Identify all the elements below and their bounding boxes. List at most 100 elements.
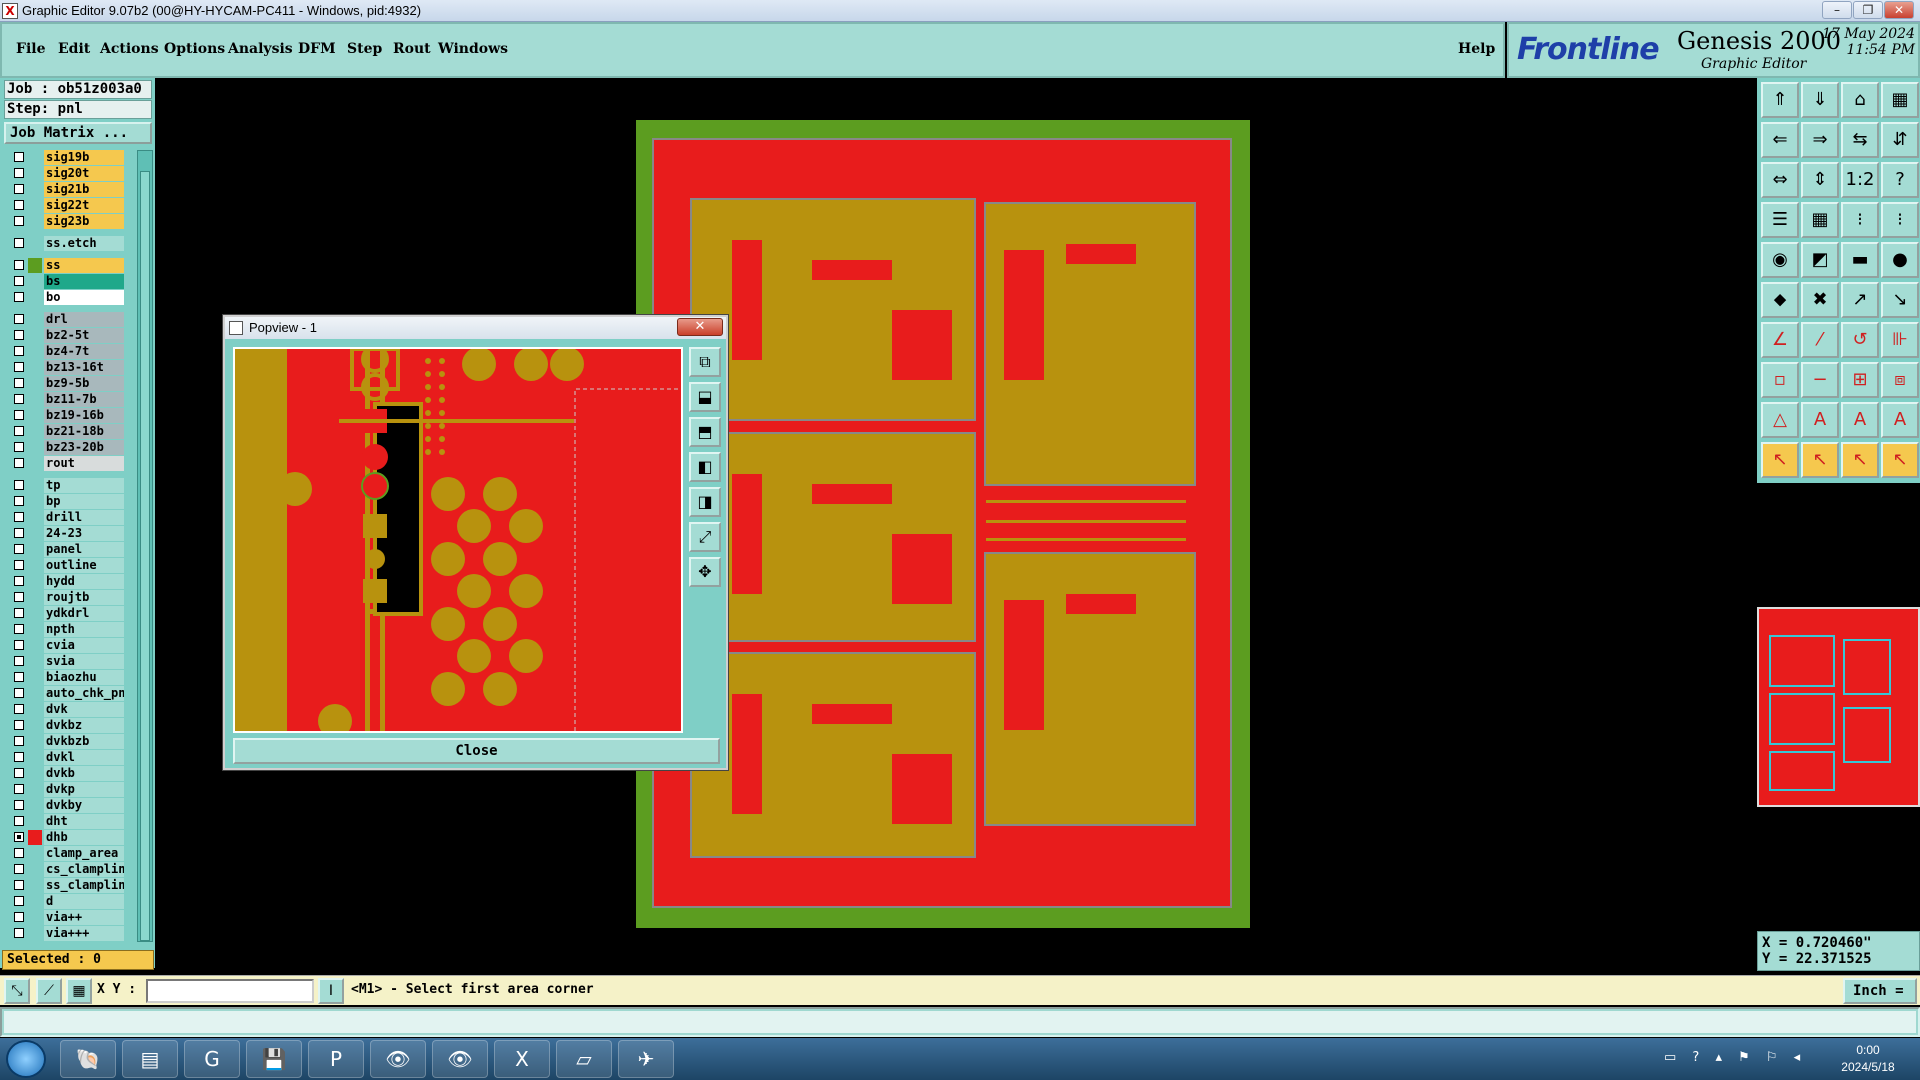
layer-checkbox[interactable] bbox=[14, 640, 24, 650]
layer-checkbox[interactable] bbox=[14, 276, 24, 286]
layer-checkbox[interactable] bbox=[14, 576, 24, 586]
popview-tool-zoom-fit[interactable]: ⧉ bbox=[689, 347, 721, 377]
layer-name[interactable]: rout bbox=[44, 456, 124, 471]
layer-row[interactable]: npth bbox=[8, 622, 124, 637]
layer-checkbox[interactable] bbox=[14, 832, 24, 842]
layer-name[interactable]: ss.etch bbox=[44, 236, 124, 251]
tool-button[interactable]: ⊞ bbox=[1841, 362, 1879, 398]
layer-checkbox[interactable] bbox=[14, 720, 24, 730]
tool-button[interactable]: ⧈ bbox=[1881, 362, 1919, 398]
taskbar-app[interactable]: 👁 bbox=[370, 1040, 426, 1078]
layer-name[interactable]: bz2-5t bbox=[44, 328, 124, 343]
unit-selector[interactable]: Inch = bbox=[1843, 978, 1917, 1004]
tool-button[interactable]: ● bbox=[1881, 242, 1919, 278]
layer-color-swatch[interactable] bbox=[28, 456, 42, 471]
layer-name[interactable]: clamp_area bbox=[44, 846, 124, 861]
layer-row[interactable]: dvkbzb bbox=[8, 734, 124, 749]
tool-button[interactable]: 1:2 bbox=[1841, 162, 1879, 198]
layer-checkbox[interactable] bbox=[14, 928, 24, 938]
layer-row[interactable]: roujtb bbox=[8, 590, 124, 605]
layer-name[interactable]: cvia bbox=[44, 638, 124, 653]
layer-checkbox[interactable] bbox=[14, 800, 24, 810]
taskbar-app[interactable]: P bbox=[308, 1040, 364, 1078]
tool-button[interactable]: ↖ bbox=[1761, 442, 1799, 478]
layer-checkbox[interactable] bbox=[14, 480, 24, 490]
layer-checkbox[interactable] bbox=[14, 346, 24, 356]
layer-row[interactable]: bp bbox=[8, 494, 124, 509]
app-icon[interactable]: X bbox=[2, 3, 18, 19]
layer-color-swatch[interactable] bbox=[28, 290, 42, 305]
layer-checkbox[interactable] bbox=[14, 688, 24, 698]
layer-checkbox[interactable] bbox=[14, 624, 24, 634]
layer-checkbox[interactable] bbox=[14, 458, 24, 468]
layer-name[interactable]: via++ bbox=[44, 910, 124, 925]
tool-button[interactable]: ✖ bbox=[1801, 282, 1839, 318]
layer-row[interactable]: bs bbox=[8, 274, 124, 289]
layer-name[interactable]: dhb bbox=[44, 830, 124, 845]
layer-color-swatch[interactable] bbox=[28, 494, 42, 509]
layer-name[interactable]: bs bbox=[44, 274, 124, 289]
layer-checkbox[interactable] bbox=[14, 442, 24, 452]
layer-row[interactable]: outline bbox=[8, 558, 124, 573]
popview-tool-pan-left[interactable]: ◧ bbox=[689, 452, 721, 482]
layer-checkbox[interactable] bbox=[14, 216, 24, 226]
layer-row[interactable]: panel bbox=[8, 542, 124, 557]
layer-row[interactable]: clamp_area bbox=[8, 846, 124, 861]
layer-list[interactable]: sig19b sig20t sig21b sig22t sig23b ss.etch ss b… bbox=[4, 150, 124, 942]
tool-button[interactable]: ◩ bbox=[1801, 242, 1839, 278]
layer-name[interactable]: ss bbox=[44, 258, 124, 273]
layer-row[interactable]: dht bbox=[8, 814, 124, 829]
menu-edit[interactable]: Edit bbox=[58, 41, 90, 57]
layer-name[interactable]: bo bbox=[44, 290, 124, 305]
layer-color-swatch[interactable] bbox=[28, 734, 42, 749]
layer-name[interactable]: sig21b bbox=[44, 182, 124, 197]
layer-name[interactable]: hydd bbox=[44, 574, 124, 589]
layer-checkbox[interactable] bbox=[14, 672, 24, 682]
layer-color-swatch[interactable] bbox=[28, 574, 42, 589]
popview-title-bar[interactable]: Popview - 1 bbox=[225, 317, 726, 339]
layer-name[interactable]: sig23b bbox=[44, 214, 124, 229]
layer-checkbox[interactable] bbox=[14, 656, 24, 666]
tool-button[interactable]: ↺ bbox=[1841, 322, 1879, 358]
layer-checkbox[interactable] bbox=[14, 896, 24, 906]
layer-color-swatch[interactable] bbox=[28, 258, 42, 273]
layer-color-swatch[interactable] bbox=[28, 702, 42, 717]
tool-button[interactable]: ⁄ bbox=[1801, 322, 1839, 358]
layer-color-swatch[interactable] bbox=[28, 846, 42, 861]
info-icon[interactable]: I bbox=[318, 978, 344, 1004]
layer-row[interactable]: dvkb bbox=[8, 766, 124, 781]
layer-row[interactable]: sig19b bbox=[8, 150, 124, 165]
tool-button[interactable]: ◉ bbox=[1761, 242, 1799, 278]
layer-color-swatch[interactable] bbox=[28, 686, 42, 701]
menu-analysis[interactable]: Analysis bbox=[228, 41, 293, 57]
layer-name[interactable]: bz13-16t bbox=[44, 360, 124, 375]
taskbar-app[interactable]: 🐚 bbox=[60, 1040, 116, 1078]
layer-color-swatch[interactable] bbox=[28, 718, 42, 733]
menu-actions[interactable]: Actions bbox=[100, 41, 159, 57]
layer-color-swatch[interactable] bbox=[28, 782, 42, 797]
layer-row[interactable]: bz21-18b bbox=[8, 424, 124, 439]
popview-tool-zoom-in[interactable]: ✥ bbox=[689, 557, 721, 587]
taskbar-clock[interactable]: 0:00 2024/5/18 bbox=[1828, 1042, 1908, 1076]
layer-row[interactable]: svia bbox=[8, 654, 124, 669]
layer-row[interactable]: bz13-16t bbox=[8, 360, 124, 375]
layer-checkbox[interactable] bbox=[14, 238, 24, 248]
layer-color-swatch[interactable] bbox=[28, 878, 42, 893]
tool-button[interactable]: A bbox=[1801, 402, 1839, 438]
layer-checkbox[interactable] bbox=[14, 200, 24, 210]
layer-row[interactable]: bz9-5b bbox=[8, 376, 124, 391]
popview-close-x-button[interactable]: ✕ bbox=[677, 318, 723, 336]
layer-color-swatch[interactable] bbox=[28, 360, 42, 375]
layer-row[interactable]: hydd bbox=[8, 574, 124, 589]
layer-row[interactable]: bo bbox=[8, 290, 124, 305]
layer-name[interactable]: dvkbzb bbox=[44, 734, 124, 749]
layer-row[interactable]: dvk bbox=[8, 702, 124, 717]
layer-name[interactable]: bz19-16b bbox=[44, 408, 124, 423]
layer-row[interactable]: dvkl bbox=[8, 750, 124, 765]
tool-button[interactable]: ⇆ bbox=[1841, 122, 1879, 158]
layer-name[interactable]: svia bbox=[44, 654, 124, 669]
layer-checkbox[interactable] bbox=[14, 592, 24, 602]
grid-icon[interactable]: ▦ bbox=[66, 978, 92, 1004]
tool-button[interactable]: ▬ bbox=[1841, 242, 1879, 278]
layer-name[interactable]: via+++ bbox=[44, 926, 124, 941]
